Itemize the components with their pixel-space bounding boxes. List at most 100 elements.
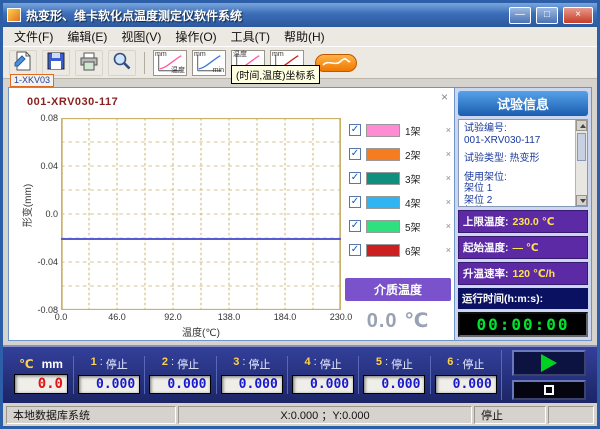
heating-rate-value: 120 ℃/h (513, 268, 555, 280)
menu-file[interactable]: 文件(F) (7, 26, 60, 47)
maximize-button[interactable]: □ (536, 7, 558, 24)
legend-remove-button[interactable]: × (446, 173, 451, 183)
channel-readout: 0.000 (292, 375, 354, 394)
channel-separator: : (242, 356, 245, 372)
legend-remove-button[interactable]: × (446, 197, 451, 207)
info-scrollbar[interactable] (575, 120, 587, 206)
menu-view[interactable]: 视图(V) (114, 26, 168, 47)
channel-separator: : (314, 356, 317, 372)
temperature-unit-label: ℃ (19, 357, 34, 371)
legend-checkbox[interactable]: ✓ (349, 196, 361, 208)
test-info-title: 试验信息 (458, 91, 588, 116)
scrollbar-thumb[interactable] (577, 133, 586, 161)
start-button[interactable] (512, 350, 586, 376)
toolbar: mm 温度 mm min 温度 min mm min (时间,温度)坐标系 (3, 47, 597, 79)
stop-button[interactable] (512, 380, 586, 400)
info-line: 试验编号: (464, 123, 571, 135)
legend-checkbox[interactable]: ✓ (349, 220, 361, 232)
legend-checkbox[interactable]: ✓ (349, 124, 361, 136)
status-end-segment (548, 406, 594, 424)
app-window: 热变形、维卡软化点温度测定仪软件系统 — □ × 文件(F) 编辑(E) 视图(… (0, 0, 600, 429)
menu-edit[interactable]: 编辑(E) (60, 26, 114, 47)
legend-color-swatch (366, 244, 400, 257)
plot-area: 0.08 0.04 0.0 -0.04 -0.08 0.0 46.0 92.0 … (61, 118, 341, 310)
legend-color-swatch (366, 124, 400, 137)
medium-temperature-value: 0.0 ℃ (345, 308, 451, 333)
channel-status: 停止 (462, 356, 484, 372)
channel-index: 6 (447, 356, 453, 372)
channel-separator: : (456, 356, 459, 372)
x-tick: 184.0 (274, 312, 297, 322)
info-line: 试验类型: 热变形 (464, 153, 571, 165)
channel-index: 2 (162, 356, 168, 372)
axis-y-label: mm (194, 51, 206, 59)
info-line: 使用架位: (464, 172, 571, 184)
upper-limit-label: 上限温度: (463, 214, 509, 229)
channel-3: 3:停止 0.000 (216, 356, 287, 394)
x-tick: 138.0 (218, 312, 241, 322)
channel-readout: 0.000 (435, 375, 497, 394)
info-line: 架位 2 (464, 195, 571, 207)
legend-checkbox[interactable]: ✓ (349, 244, 361, 256)
coord-deflection-time-button[interactable]: mm min (192, 50, 226, 76)
legend-checkbox[interactable]: ✓ (349, 148, 361, 160)
y-axis-label: 形变(mm) (19, 184, 34, 227)
coord-deflection-temperature-button[interactable]: mm 温度 (153, 50, 187, 76)
channel-status: 停止 (320, 356, 342, 372)
start-temperature-label: 起始温度: (463, 240, 509, 255)
chart-title: 001-XRV030-117 (27, 96, 118, 108)
close-button[interactable]: × (563, 7, 593, 24)
legend-label: 2架 (405, 147, 421, 162)
status-bar: 本地数据库系统 X:0.000 ；Y:0.000 停止 (3, 403, 597, 426)
legend-item: ✓ 1架 × (349, 122, 453, 138)
save-button[interactable] (42, 50, 70, 76)
print-button[interactable] (75, 50, 103, 76)
channel-index: 5 (376, 356, 382, 372)
legend-remove-button[interactable]: × (446, 245, 451, 255)
menu-help[interactable]: 帮助(H) (277, 26, 332, 47)
test-info-panel: 试验信息 试验编号: 001-XRV030-117 试验类型: 热变形 使用架位… (454, 87, 592, 341)
menu-operate[interactable]: 操作(O) (168, 26, 223, 47)
legend-label: 3架 (405, 171, 421, 186)
check-icon: ✓ (351, 173, 359, 183)
check-icon: ✓ (351, 125, 359, 135)
legend-label: 5架 (405, 219, 421, 234)
new-document-button[interactable] (9, 50, 37, 76)
minimize-button[interactable]: — (509, 7, 531, 24)
title-bar[interactable]: 热变形、维卡软化点温度测定仪软件系统 — □ × (3, 3, 597, 27)
heating-rate-label: 升温速率: (463, 266, 509, 281)
legend-item: ✓ 5架 × (349, 218, 453, 234)
menu-bar: 文件(F) 编辑(E) 视图(V) 操作(O) 工具(T) 帮助(H) (3, 27, 597, 47)
channel-status: 停止 (177, 356, 199, 372)
legend-remove-button[interactable]: × (446, 125, 451, 135)
legend-checkbox[interactable]: ✓ (349, 172, 361, 184)
legend-remove-button[interactable]: × (446, 149, 451, 159)
test-info-list: 试验编号: 001-XRV030-117 试验类型: 热变形 使用架位: 架位 … (458, 119, 588, 207)
scroll-down-icon[interactable] (576, 195, 587, 206)
coordinate-tooltip: (时间,温度)坐标系 (231, 65, 320, 84)
chart-close-button[interactable]: × (441, 91, 448, 103)
brand-logo-button[interactable] (315, 54, 357, 72)
document-tab[interactable]: 1-XKV03 (10, 74, 54, 87)
channel-separator: : (385, 356, 388, 372)
check-icon: ✓ (351, 245, 359, 255)
info-line: 架位 3 (464, 206, 571, 207)
y-tick: 0.0 (45, 209, 58, 219)
upper-limit-value: 230.0 ℃ (513, 216, 555, 228)
play-icon (541, 354, 557, 372)
status-coordinates: X:0.000 ；Y:0.000 (178, 406, 472, 424)
axis-y-label: mm (272, 51, 284, 59)
axis-y-label: mm (155, 51, 167, 59)
info-line: 架位 1 (464, 183, 571, 195)
upper-limit-temperature-bar: 上限温度: 230.0 ℃ (458, 210, 588, 233)
menu-tools[interactable]: 工具(T) (224, 26, 277, 47)
status-state: 停止 (474, 406, 546, 424)
legend-remove-button[interactable]: × (446, 221, 451, 231)
main-area: 1-XKV03 001-XRV030-117 × 形变(mm) (3, 79, 597, 345)
scroll-up-icon[interactable] (576, 120, 587, 131)
medium-temperature-label: 介质温度 (345, 278, 451, 301)
legend-item: ✓ 4架 × (349, 194, 453, 210)
axis-y-label: 温度 (233, 51, 247, 59)
medium-temperature-block: 介质温度 0.0 ℃ (345, 278, 451, 333)
zoom-button[interactable] (108, 50, 136, 76)
